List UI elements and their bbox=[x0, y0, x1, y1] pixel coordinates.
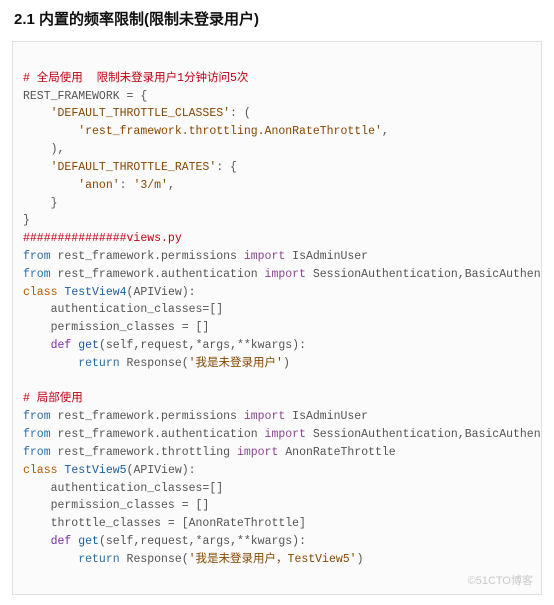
code-keyword: return bbox=[78, 357, 119, 370]
code-keyword: from bbox=[23, 268, 51, 281]
watermark: ©51CTO博客 bbox=[468, 573, 533, 590]
code-line: throttle_classes = [AnonRateThrottle] bbox=[23, 517, 306, 530]
code-key: 'DEFAULT_THROTTLE_RATES' bbox=[51, 161, 217, 174]
code-keyword: from bbox=[23, 446, 51, 459]
code-text: (APIView): bbox=[127, 464, 196, 477]
code-keyword: from bbox=[23, 410, 51, 423]
code-string: '我是未登录用户' bbox=[189, 357, 283, 370]
code-string: 'anon' bbox=[78, 179, 119, 192]
code-keyword: def bbox=[51, 339, 72, 352]
code-string: '3/m' bbox=[133, 179, 168, 192]
code-line: } bbox=[23, 214, 30, 227]
code-line: permission_classes = [] bbox=[23, 321, 209, 334]
code-keyword: import bbox=[244, 410, 285, 423]
code-text: IsAdminUser bbox=[285, 410, 368, 423]
code-text: ) bbox=[357, 553, 364, 566]
code-keyword: from bbox=[23, 250, 51, 263]
code-keyword: import bbox=[244, 250, 285, 263]
code-keyword: import bbox=[237, 446, 278, 459]
code-keyword: return bbox=[78, 553, 119, 566]
code-text: rest_framework.permissions bbox=[51, 250, 244, 263]
code-line: permission_classes = [] bbox=[23, 499, 209, 512]
code-text: rest_framework.authentication bbox=[51, 428, 265, 441]
code-funcname: get bbox=[78, 535, 99, 548]
code-funcname: get bbox=[78, 339, 99, 352]
code-keyword: from bbox=[23, 428, 51, 441]
code-text: ) bbox=[283, 357, 290, 370]
code-text: rest_framework.throttling bbox=[51, 446, 237, 459]
code-text: rest_framework.permissions bbox=[51, 410, 244, 423]
code-text: (APIView): bbox=[127, 286, 196, 299]
code-string: '我是未登录用户，TestView5' bbox=[189, 553, 357, 566]
code-comment: ###############views.py bbox=[23, 232, 182, 245]
code-keyword: def bbox=[51, 535, 72, 548]
code-keyword: import bbox=[265, 428, 306, 441]
code-line: ), bbox=[23, 143, 64, 156]
code-text: : bbox=[120, 179, 134, 192]
section-heading: 2.1 内置的频率限制(限制未登录用户) bbox=[0, 0, 554, 33]
code-key: 'DEFAULT_THROTTLE_CLASSES' bbox=[51, 107, 230, 120]
code-block: # 全局使用 限制未登录用户1分钟访问5次 REST_FRAMEWORK = {… bbox=[12, 41, 542, 595]
code-text: SessionAuthentication,BasicAuthenticatio… bbox=[306, 268, 542, 281]
code-text: , bbox=[168, 179, 175, 192]
code-string: 'rest_framework.throttling.AnonRateThrot… bbox=[78, 125, 382, 138]
code-keyword: class bbox=[23, 464, 58, 477]
code-text: , bbox=[382, 125, 389, 138]
code-text: rest_framework.authentication bbox=[51, 268, 265, 281]
code-text: : { bbox=[216, 161, 237, 174]
code-classname: TestView4 bbox=[64, 286, 126, 299]
code-comment: # 局部使用 bbox=[23, 392, 83, 405]
code-line: } bbox=[23, 197, 58, 210]
code-text: IsAdminUser bbox=[285, 250, 368, 263]
code-text: Response( bbox=[120, 357, 189, 370]
code-text: AnonRateThrottle bbox=[278, 446, 395, 459]
code-text: (self,request,*args,**kwargs): bbox=[99, 535, 306, 548]
code-text: : ( bbox=[230, 107, 251, 120]
code-keyword: class bbox=[23, 286, 58, 299]
code-comment: # 全局使用 限制未登录用户1分钟访问5次 bbox=[23, 72, 248, 85]
code-keyword: import bbox=[265, 268, 306, 281]
code-text: SessionAuthentication,BasicAuthenticatio… bbox=[306, 428, 542, 441]
code-classname: TestView5 bbox=[64, 464, 126, 477]
code-line: REST_FRAMEWORK = { bbox=[23, 90, 147, 103]
code-text: Response( bbox=[120, 553, 189, 566]
code-line: authentication_classes=[] bbox=[23, 303, 223, 316]
code-line: authentication_classes=[] bbox=[23, 482, 223, 495]
code-text: (self,request,*args,**kwargs): bbox=[99, 339, 306, 352]
